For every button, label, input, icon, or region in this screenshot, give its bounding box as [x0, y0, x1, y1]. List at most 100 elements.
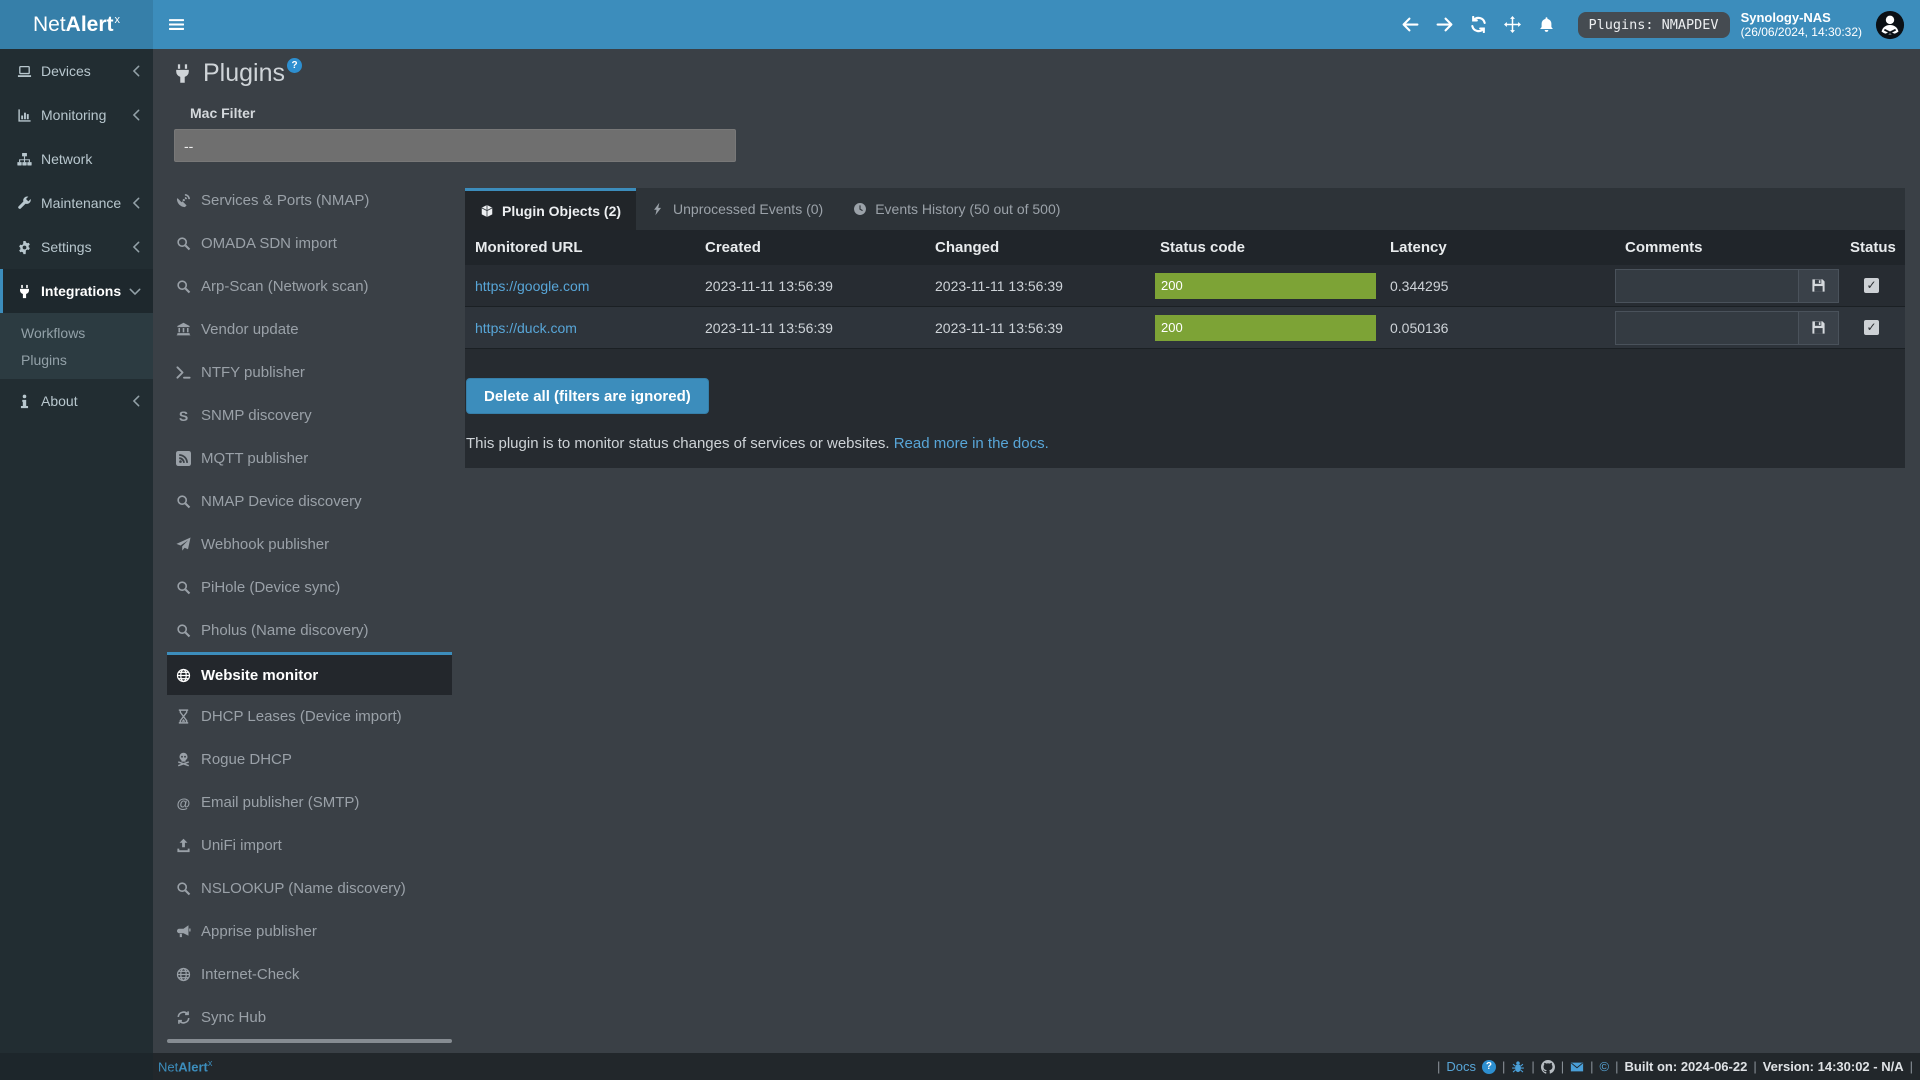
plugins-status-badge[interactable]: Plugins: NMAPDEV: [1578, 12, 1730, 38]
sidebar-item-integrations[interactable]: Integrations: [0, 269, 153, 313]
sidebar-item-settings[interactable]: Settings: [0, 225, 153, 269]
chart-icon: [15, 108, 33, 123]
plugin-list-item-unifi-import[interactable]: UniFi import: [167, 824, 452, 867]
plugin-list-item-sync-hub[interactable]: Sync Hub: [167, 996, 452, 1039]
bell-icon: [1538, 16, 1555, 33]
tab-unprocessed-events-0[interactable]: Unprocessed Events (0): [636, 188, 838, 230]
plugin-list-item-internet-check[interactable]: Internet-Check: [167, 953, 452, 996]
plugin-description-text: This plugin is to monitor status changes…: [466, 435, 890, 452]
refresh-button[interactable]: [1462, 0, 1496, 49]
sidebar-item-label: About: [41, 393, 78, 409]
sidebar-item-maintenance[interactable]: Maintenance: [0, 181, 153, 225]
sitemap-icon: [15, 152, 33, 167]
plugin-list-item-nslookup-name-discovery[interactable]: NSLOOKUP (Name discovery): [167, 867, 452, 910]
tab-plugin-objects-2[interactable]: Plugin Objects (2): [465, 188, 636, 230]
plug-icon: [172, 63, 193, 84]
sidebar-subitem-workflows[interactable]: Workflows: [0, 319, 153, 346]
monitored-url-link[interactable]: https://google.com: [475, 278, 589, 294]
sidebar-item-label: Devices: [41, 63, 91, 79]
copyright-icon[interactable]: ©: [1600, 1059, 1610, 1074]
save-comment-button[interactable]: [1799, 311, 1839, 345]
user-avatar[interactable]: [1875, 10, 1905, 40]
column-header-comments: Comments: [1610, 239, 1842, 256]
footer-links: | Docs ? | | | | © | Built on: 2024-06-2…: [1437, 1059, 1913, 1074]
terminal-icon: [174, 365, 193, 380]
plugin-item-label: Email publisher (SMTP): [201, 794, 359, 811]
page-title: Plugins ?: [172, 59, 302, 88]
footer-brand[interactable]: NetAlertx: [158, 1058, 212, 1074]
delete-all-button[interactable]: Delete all (filters are ignored): [466, 378, 709, 414]
sidebar-item-network[interactable]: Network: [0, 137, 153, 181]
column-header-created: Created: [705, 239, 935, 256]
laptop-icon: [15, 64, 33, 79]
sidebar-item-label: Settings: [41, 239, 92, 255]
plugin-list-item-omada-sdn-import[interactable]: OMADA SDN import: [167, 222, 452, 265]
email-icon[interactable]: [1570, 1060, 1584, 1074]
plugin-list-item-nmap-device-discovery[interactable]: NMAP Device discovery: [167, 480, 452, 523]
sidebar-item-monitoring[interactable]: Monitoring: [0, 93, 153, 137]
plugin-list-item-email-publisher-smtp[interactable]: @Email publisher (SMTP): [167, 781, 452, 824]
chevron-left-icon: [132, 197, 141, 209]
latency-cell: 0.344295: [1385, 278, 1610, 294]
monitored-url-link[interactable]: https://duck.com: [475, 320, 577, 336]
plugin-list-item-webhook-publisher[interactable]: Webhook publisher: [167, 523, 452, 566]
move-button[interactable]: [1496, 0, 1530, 49]
sidebar-item-devices[interactable]: Devices: [0, 49, 153, 93]
chevron-left-icon: [132, 241, 141, 253]
plugin-list: Services & Ports (NMAP)OMADA SDN importA…: [167, 179, 452, 1039]
plugin-list-item-services-ports-nmap[interactable]: Services & Ports (NMAP): [167, 179, 452, 222]
chevron-down-icon: [129, 287, 141, 296]
sidebar-submenu: WorkflowsPlugins: [0, 313, 153, 379]
plugin-list-item-rogue-dhcp[interactable]: Rogue DHCP: [167, 738, 452, 781]
save-comment-button[interactable]: [1799, 269, 1839, 303]
created-cell: 2023-11-11 13:56:39: [705, 278, 935, 294]
status-code-bar: 200: [1155, 273, 1376, 299]
plugin-list-item-pholus-name-discovery[interactable]: Pholus (Name discovery): [167, 609, 452, 652]
plugin-list-item-apprise-publisher[interactable]: Apprise publisher: [167, 910, 452, 953]
docs-link[interactable]: Docs: [1446, 1059, 1476, 1074]
status-checkbox[interactable]: ✓: [1864, 320, 1879, 335]
app-logo[interactable]: NetAlertx: [0, 0, 153, 49]
host-name: Synology-NAS: [1741, 10, 1862, 26]
nav-back-button[interactable]: [1394, 0, 1428, 49]
tab-events-history-50-out-of-500[interactable]: Events History (50 out of 500): [838, 188, 1075, 230]
plugin-list-item-pihole-device-sync[interactable]: PiHole (Device sync): [167, 566, 452, 609]
plugin-list-item-dhcp-leases-device-import[interactable]: DHCP Leases (Device import): [167, 695, 452, 738]
plugin-list-item-website-monitor[interactable]: Website monitor: [167, 652, 452, 695]
comments-cell: [1610, 311, 1842, 345]
notifications-bell-button[interactable]: [1530, 0, 1564, 49]
navbar-right: Plugins: NMAPDEV Synology-NAS (26/06/202…: [1394, 0, 1920, 49]
brand-bold: Alert: [66, 13, 114, 37]
wrench-icon: [15, 196, 33, 211]
plugin-list-item-vendor-update[interactable]: Vendor update: [167, 308, 452, 351]
github-icon[interactable]: [1541, 1060, 1555, 1074]
plugin-list-item-ntfy-publisher[interactable]: NTFY publisher: [167, 351, 452, 394]
arrow-left-icon: [1402, 16, 1419, 33]
status-checkbox[interactable]: ✓: [1864, 278, 1879, 293]
comment-input[interactable]: [1615, 311, 1799, 345]
sidebar-toggle-button[interactable]: [153, 0, 199, 49]
nav-forward-button[interactable]: [1428, 0, 1462, 49]
comment-input[interactable]: [1615, 269, 1799, 303]
read-docs-link[interactable]: Read more in the docs.: [894, 435, 1049, 452]
column-header-monitored-url: Monitored URL: [465, 239, 705, 256]
mac-filter-input[interactable]: [174, 129, 736, 162]
plugin-list-item-arp-scan-network-scan[interactable]: Arp-Scan (Network scan): [167, 265, 452, 308]
plugin-list-item-mqtt-publisher[interactable]: MQTT publisher: [167, 437, 452, 480]
question-icon[interactable]: ?: [1482, 1060, 1496, 1074]
help-question-icon[interactable]: ?: [287, 58, 302, 73]
chevron-left-icon: [132, 109, 141, 121]
latency-cell: 0.050136: [1385, 320, 1610, 336]
plugin-list-item-snmp-discovery[interactable]: SSNMP discovery: [167, 394, 452, 437]
host-timestamp: (26/06/2024, 14:30:32): [1741, 25, 1862, 39]
rss-icon: [174, 451, 193, 466]
sidebar-item-label: Integrations: [41, 283, 121, 299]
plugin-item-label: PiHole (Device sync): [201, 579, 340, 596]
sync-icon: [174, 1010, 193, 1025]
plugin-list-scrollbar[interactable]: [167, 1039, 452, 1043]
bug-report-icon[interactable]: [1511, 1060, 1525, 1074]
bars-icon: [168, 17, 185, 32]
sidebar-item-about[interactable]: About: [0, 379, 153, 423]
sidebar-subitem-plugins[interactable]: Plugins: [0, 346, 153, 373]
s-letter-icon: S: [174, 409, 193, 423]
